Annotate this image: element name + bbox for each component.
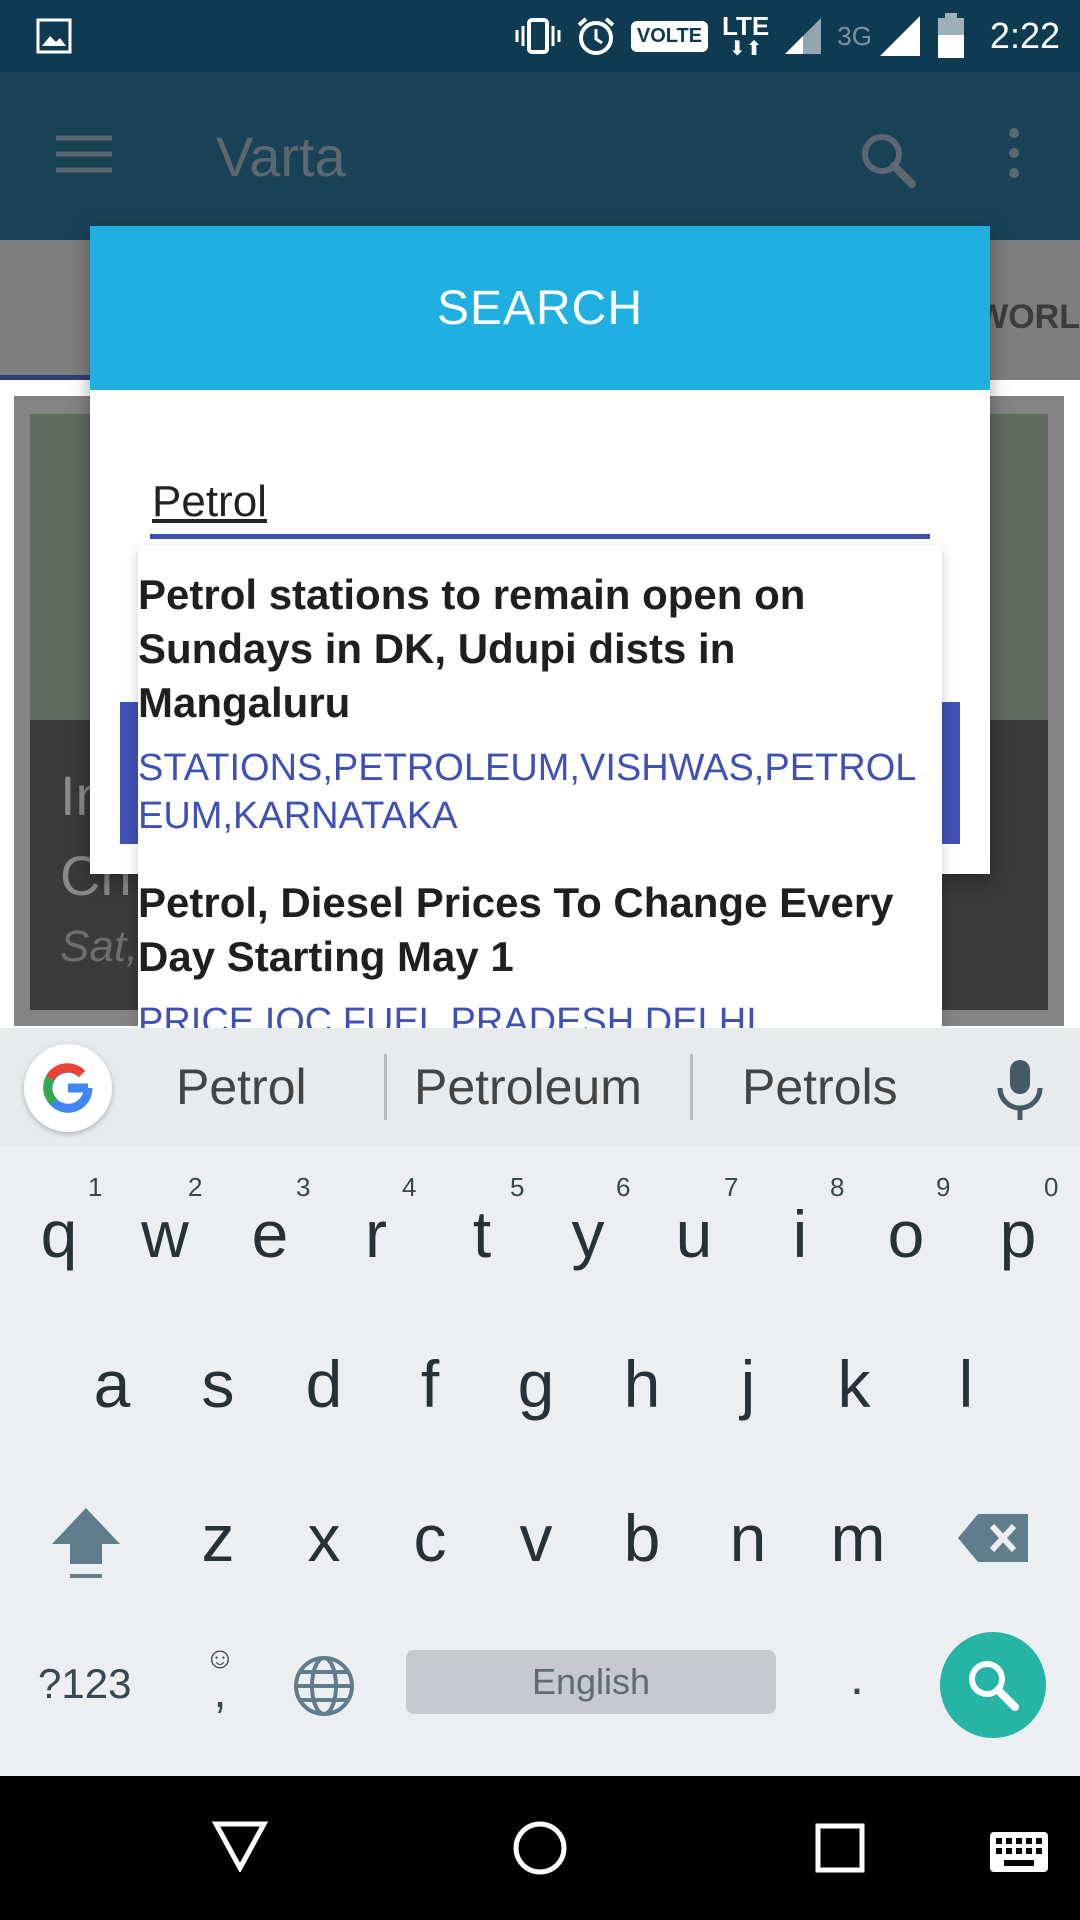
key-w[interactable]: w <box>115 1196 215 1272</box>
key-g[interactable]: g <box>486 1346 586 1422</box>
key-hint-8: 8 <box>830 1172 845 1202</box>
app-bar: Varta <box>0 72 1080 240</box>
key-s[interactable]: s <box>168 1346 268 1422</box>
search-input-underline <box>150 534 930 539</box>
search-dialog-title: SEARCH <box>436 281 644 335</box>
navigation-bar <box>0 1776 1080 1920</box>
suggestion-word-petroleum[interactable]: Petroleum <box>414 1058 642 1116</box>
search-icon <box>969 1661 1019 1711</box>
key-b[interactable]: b <box>592 1500 692 1576</box>
vibrate-icon <box>515 18 561 54</box>
period-key[interactable]: . <box>850 1648 864 1706</box>
space-key[interactable]: English <box>406 1650 776 1714</box>
key-r[interactable]: r <box>326 1196 426 1272</box>
suggestion-word-petrols[interactable]: Petrols <box>742 1058 898 1116</box>
key-p[interactable]: p <box>968 1196 1068 1272</box>
signal-3g-label: 3G <box>837 20 872 51</box>
suggestion-divider <box>384 1054 387 1120</box>
shift-icon[interactable] <box>46 1502 126 1582</box>
key-c[interactable]: c <box>380 1500 480 1576</box>
key-n[interactable]: n <box>698 1500 798 1576</box>
key-i[interactable]: i <box>750 1196 850 1272</box>
suggestion-title: Petrol stations to remain open on Sunday… <box>138 571 806 726</box>
key-hint-1: 1 <box>88 1172 103 1202</box>
suggestion-keywords: STATIONS,PETROLEUM,VISHWAS,PETROLEUM,KAR… <box>138 747 917 837</box>
back-icon[interactable] <box>212 1820 268 1872</box>
tab-indicator <box>0 375 90 380</box>
alarm-icon <box>577 17 615 55</box>
lte-icon: LTE ⬇⬆ <box>722 11 770 60</box>
key-v[interactable]: v <box>486 1500 586 1576</box>
key-hint-3: 3 <box>296 1172 311 1202</box>
status-bar: VOLTE LTE ⬇⬆ 3G 2:22 <box>0 0 1080 72</box>
key-e[interactable]: e <box>220 1196 320 1272</box>
key-a[interactable]: a <box>62 1346 162 1422</box>
microphone-icon[interactable] <box>994 1058 1046 1122</box>
globe-icon[interactable] <box>292 1654 356 1718</box>
backspace-icon[interactable] <box>956 1510 1032 1566</box>
battery-icon <box>937 13 964 58</box>
suggestions-dropdown: Petrol stations to remain open on Sunday… <box>138 546 942 1028</box>
suggestion-item[interactable]: Petrol stations to remain open on Sunday… <box>138 546 942 854</box>
key-t[interactable]: t <box>432 1196 532 1272</box>
suggestion-item[interactable]: Petrol, Diesel Prices To Change Every Da… <box>138 854 942 1028</box>
key-u[interactable]: u <box>644 1196 744 1272</box>
key-l[interactable]: l <box>916 1346 1016 1422</box>
signal-icon <box>785 18 822 54</box>
keyboard: q w e r t y u i o p 1 2 3 4 5 6 7 8 9 0 … <box>0 1146 1080 1776</box>
signal-3g-icon <box>879 16 920 56</box>
key-hint-5: 5 <box>510 1172 525 1202</box>
symbols-key[interactable]: ?123 <box>38 1660 131 1708</box>
keyboard-suggestion-strip: Petrol Petroleum Petrols <box>0 1028 1080 1146</box>
google-icon[interactable] <box>24 1044 112 1132</box>
key-y[interactable]: y <box>538 1196 638 1272</box>
key-hint-9: 9 <box>936 1172 951 1202</box>
search-dialog-header: SEARCH <box>90 226 990 390</box>
suggestion-divider <box>690 1054 693 1120</box>
key-j[interactable]: j <box>698 1346 798 1422</box>
keyboard-icon[interactable] <box>988 1830 1050 1874</box>
key-d[interactable]: d <box>274 1346 374 1422</box>
key-hint-2: 2 <box>188 1172 203 1202</box>
menu-icon[interactable] <box>56 134 112 174</box>
suggestion-word-petrol[interactable]: Petrol <box>176 1058 307 1116</box>
volte-badge: VOLTE <box>630 20 709 52</box>
key-hint-4: 4 <box>402 1172 417 1202</box>
tab-world[interactable]: WORL <box>976 298 1080 337</box>
key-z[interactable]: z <box>168 1500 268 1576</box>
search-icon[interactable] <box>858 130 918 190</box>
key-h[interactable]: h <box>592 1346 692 1422</box>
key-hint-6: 6 <box>616 1172 631 1202</box>
space-key-label: English <box>531 1661 651 1702</box>
key-k[interactable]: k <box>804 1346 904 1422</box>
key-hint-7: 7 <box>724 1172 739 1202</box>
suggestion-keywords: PRICE,IOC,FUEL,PRADESH,DELHI <box>138 1001 757 1028</box>
emoji-key[interactable]: ☺ , <box>200 1644 240 1715</box>
gallery-icon <box>36 18 72 54</box>
key-m[interactable]: m <box>808 1500 908 1576</box>
keyboard-search-button[interactable] <box>940 1632 1046 1738</box>
news-card-date: Sat, <box>60 922 139 971</box>
key-hint-0: 0 <box>1044 1172 1059 1202</box>
key-f[interactable]: f <box>380 1346 480 1422</box>
home-icon[interactable] <box>512 1820 568 1876</box>
recents-icon[interactable] <box>814 1822 866 1874</box>
more-vert-icon[interactable] <box>1000 127 1028 179</box>
search-input[interactable] <box>150 472 934 532</box>
key-x[interactable]: x <box>274 1500 374 1576</box>
suggestion-title: Petrol, Diesel Prices To Change Every Da… <box>138 879 894 980</box>
app-title: Varta <box>216 125 346 188</box>
clock: 2:22 <box>989 15 1060 56</box>
key-q[interactable]: q <box>9 1196 109 1272</box>
key-o[interactable]: o <box>856 1196 956 1272</box>
